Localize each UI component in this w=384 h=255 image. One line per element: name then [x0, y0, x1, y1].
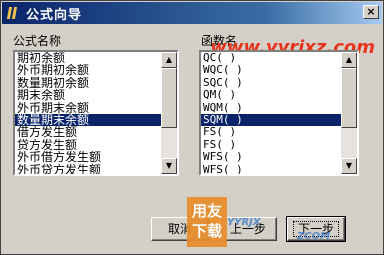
app-icon: [6, 6, 20, 20]
formula-list-item[interactable]: 期初余额: [15, 52, 161, 64]
function-list-item[interactable]: FS( ): [201, 139, 341, 151]
formula-list-item[interactable]: 借方发生额: [15, 126, 161, 138]
scroll-down-arrow-icon[interactable]: ▼: [341, 158, 357, 174]
window-title: 公式向导: [26, 7, 83, 23]
function-list-item[interactable]: SQC( ): [201, 77, 341, 89]
scroll-thumb[interactable]: [341, 68, 357, 128]
scroll-up-arrow-icon[interactable]: ▲: [341, 52, 357, 68]
function-list-item[interactable]: WFS( ): [201, 151, 341, 163]
formula-name-list[interactable]: 期初余额 外币期初余额 数量期初余额 期末余额 外币期末余额 数量期末余额 借方发生额 贷方发…: [13, 50, 179, 176]
function-list-item[interactable]: QC( ): [201, 52, 341, 64]
watermark-badge-bottom: 下载: [191, 222, 222, 240]
title-bar: 公式向导 ×: [2, 2, 382, 24]
close-button[interactable]: ×: [363, 5, 379, 19]
formula-list-item[interactable]: 外币借方发生额: [15, 151, 161, 163]
formula-list-scrollbar[interactable]: ▲ ▼: [161, 52, 177, 174]
formula-list-item[interactable]: 数量期初余额: [15, 77, 161, 89]
watermark-badge-top: 用友: [191, 202, 222, 220]
function-list-item[interactable]: FS( ): [201, 126, 341, 138]
watermark-logo: 用友 下载: [187, 197, 227, 247]
formula-wizard-dialog: 公式向导 × 公式名称 函数名 www.yyrjxz.com 期初余额 外币期初余…: [0, 0, 384, 255]
scroll-up-arrow-icon[interactable]: ▲: [161, 52, 177, 68]
formula-list-item[interactable]: 外币期末余额: [15, 102, 161, 114]
function-list-item[interactable]: WFS( ): [201, 164, 341, 174]
function-list-item[interactable]: SQM( ): [201, 113, 341, 127]
watermark-text: YYRJX: [227, 217, 261, 228]
function-list-scrollbar[interactable]: ▲ ▼: [341, 52, 357, 174]
function-list-item[interactable]: WQC( ): [201, 64, 341, 76]
scroll-down-arrow-icon[interactable]: ▼: [161, 158, 177, 174]
scroll-thumb[interactable]: [161, 68, 177, 128]
function-name-list[interactable]: QC( ) WQC( ) SQC( ) QM( ) WQM( ) SQM( ) FS( ) F…: [199, 50, 359, 176]
formula-list-item[interactable]: 贷方发生额: [15, 139, 161, 151]
formula-list-item[interactable]: 外币贷方发生额: [15, 164, 161, 174]
formula-list-item[interactable]: 期末余额: [15, 89, 161, 101]
formula-list-item[interactable]: 数量期末余额: [15, 113, 161, 127]
formula-name-label: 公式名称: [13, 34, 62, 48]
function-list-item[interactable]: WQM( ): [201, 102, 341, 114]
watermark-text: ZCOM: [297, 231, 331, 242]
function-list-item[interactable]: QM( ): [201, 89, 341, 101]
formula-list-item[interactable]: 外币期初余额: [15, 64, 161, 76]
